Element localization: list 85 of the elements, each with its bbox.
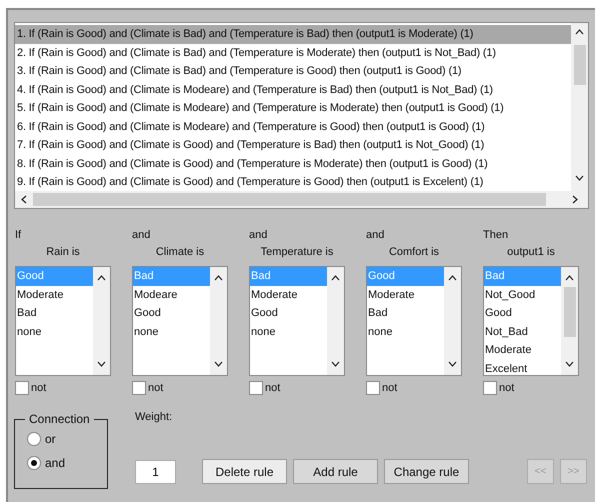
not-checkbox[interactable] — [15, 381, 29, 395]
rule-button[interactable]: Add rule — [293, 459, 378, 484]
rule-button[interactable]: Change rule — [384, 459, 469, 484]
membership-list[interactable]: Good Moderate Bad none — [15, 266, 111, 376]
scroll-thumb[interactable] — [574, 45, 586, 85]
not-label: not — [265, 382, 280, 394]
weight-field[interactable]: 1 — [135, 460, 176, 484]
membership-list[interactable]: Good Moderate Bad none — [366, 266, 462, 376]
rule-item[interactable]: 8. If (Rain is Good) and (Climate is Good) and (Temperature is Moderate) then (output1 is Good) (1) — [15, 154, 571, 173]
list-item[interactable]: none — [16, 322, 93, 341]
scroll-down-icon[interactable] — [448, 361, 457, 367]
not-checkbox[interactable] — [366, 381, 380, 395]
scroll-up-icon[interactable] — [565, 275, 574, 281]
rule-item[interactable]: 9. If (Rain is Good) and (Climate is Good) and (Temperature is Good) then (output1 is Excelent) (1) — [15, 173, 571, 191]
list-item[interactable]: Excelent — [484, 360, 561, 375]
scrollbar[interactable] — [571, 23, 588, 191]
scroll-up-icon[interactable] — [448, 275, 457, 281]
list-item[interactable]: Bad — [367, 304, 444, 322]
list-item[interactable]: Good — [133, 304, 210, 322]
variable-label: Climate is — [154, 245, 206, 260]
scroll-down-icon[interactable] — [331, 361, 340, 367]
scrollbar[interactable] — [210, 267, 227, 375]
not-label: not — [382, 382, 398, 394]
rule-item[interactable]: 5. If (Rain is Good) and (Climate is Modeare) and (Temperature is Moderate) then (output1 is Good) (1) — [15, 99, 571, 118]
connector-label: Then — [483, 229, 510, 243]
connector-label: If — [15, 229, 22, 243]
group-title: Connection — [25, 412, 94, 426]
scroll-up-icon[interactable] — [575, 29, 584, 35]
list-item[interactable]: none — [133, 322, 210, 341]
horizontal-scrollbar[interactable] — [15, 191, 588, 208]
not-checkbox[interactable] — [132, 381, 146, 395]
variable-label: Temperature is — [260, 245, 334, 260]
not-label: not — [148, 382, 164, 394]
rule-button[interactable]: Delete rule — [202, 459, 287, 484]
list-item[interactable]: Modeare — [133, 286, 210, 304]
rule-list[interactable] — [14, 22, 589, 209]
list-item[interactable]: none — [250, 322, 327, 341]
scroll-up-icon[interactable] — [214, 275, 223, 281]
connector-label: and — [366, 229, 386, 243]
list-item[interactable]: Moderate — [484, 341, 561, 360]
scroll-down-icon[interactable] — [97, 361, 106, 367]
rule-item[interactable]: 6. If (Rain is Good) and (Climate is Modeare) and (Temperature is Good) then (output1 is Good) (1) — [15, 118, 571, 136]
scrollbar[interactable] — [327, 267, 344, 375]
scrollbar[interactable] — [444, 267, 461, 375]
connector-label: and — [132, 229, 152, 243]
scroll-up-icon[interactable] — [97, 275, 106, 281]
connector-label: and — [249, 229, 268, 243]
scroll-thumb[interactable] — [33, 193, 546, 206]
rule-item[interactable]: 7. If (Rain is Good) and (Climate is Good) and (Temperature is Bad) then (output1 is Not_Good) (1) — [15, 136, 571, 154]
scrollbar[interactable] — [561, 267, 578, 375]
list-item[interactable]: Not_Good — [484, 286, 561, 304]
variable-label: Comfort is — [388, 245, 440, 260]
list-item[interactable]: none — [367, 322, 444, 341]
not-label: not — [31, 382, 46, 394]
not-label: not — [499, 382, 514, 394]
list-item[interactable]: Not_Bad — [484, 322, 561, 341]
scroll-up-icon[interactable] — [331, 275, 340, 281]
scroll-down-icon[interactable] — [214, 361, 223, 367]
scroll-right-icon[interactable] — [572, 195, 578, 204]
scroll-left-icon[interactable] — [21, 195, 27, 204]
membership-list[interactable]: Bad Moderate Good none — [249, 266, 345, 376]
rule-item[interactable]: 3. If (Rain is Good) and (Climate is Bad) and (Temperature is Good) then (output1 is Good) (1) — [15, 62, 571, 80]
rule-item[interactable]: 1. If (Rain is Good) and (Climate is Bad) and (Temperature is Bad) then (output1 is Moderate) (1) — [15, 25, 571, 44]
scroll-thumb[interactable] — [564, 287, 576, 337]
list-item[interactable]: Moderate — [367, 286, 444, 304]
scroll-down-icon[interactable] — [575, 175, 584, 181]
variable-label: Rain is — [45, 245, 81, 260]
radio-button[interactable] — [27, 432, 41, 446]
radio-button[interactable] — [27, 456, 41, 470]
scroll-down-icon[interactable] — [565, 361, 574, 367]
radio-label: and — [45, 456, 66, 470]
weight-label: Weight: — [135, 410, 174, 425]
variable-label: output1 is — [506, 245, 556, 260]
rule-item[interactable]: 4. If (Rain is Good) and (Climate is Modeare) and (Temperature is Bad) then (output1 is Not_Bad) (1) — [15, 80, 571, 99]
scrollbar[interactable] — [93, 267, 110, 375]
list-item[interactable]: Moderate — [250, 286, 327, 304]
radio-label: or — [45, 432, 56, 446]
membership-list[interactable]: Bad Modeare Good none — [132, 266, 228, 376]
not-checkbox[interactable] — [249, 381, 263, 395]
list-item[interactable]: Good — [250, 304, 327, 322]
rule-item[interactable]: 2. If (Rain is Good) and (Climate is Bad) and (Temperature is Moderate) then (output1 is Not_Bad) (1) — [15, 44, 571, 62]
list-item[interactable]: Good — [484, 304, 561, 322]
not-checkbox[interactable] — [483, 381, 497, 395]
list-item[interactable]: Bad — [16, 304, 93, 322]
list-item[interactable]: Moderate — [16, 286, 93, 304]
